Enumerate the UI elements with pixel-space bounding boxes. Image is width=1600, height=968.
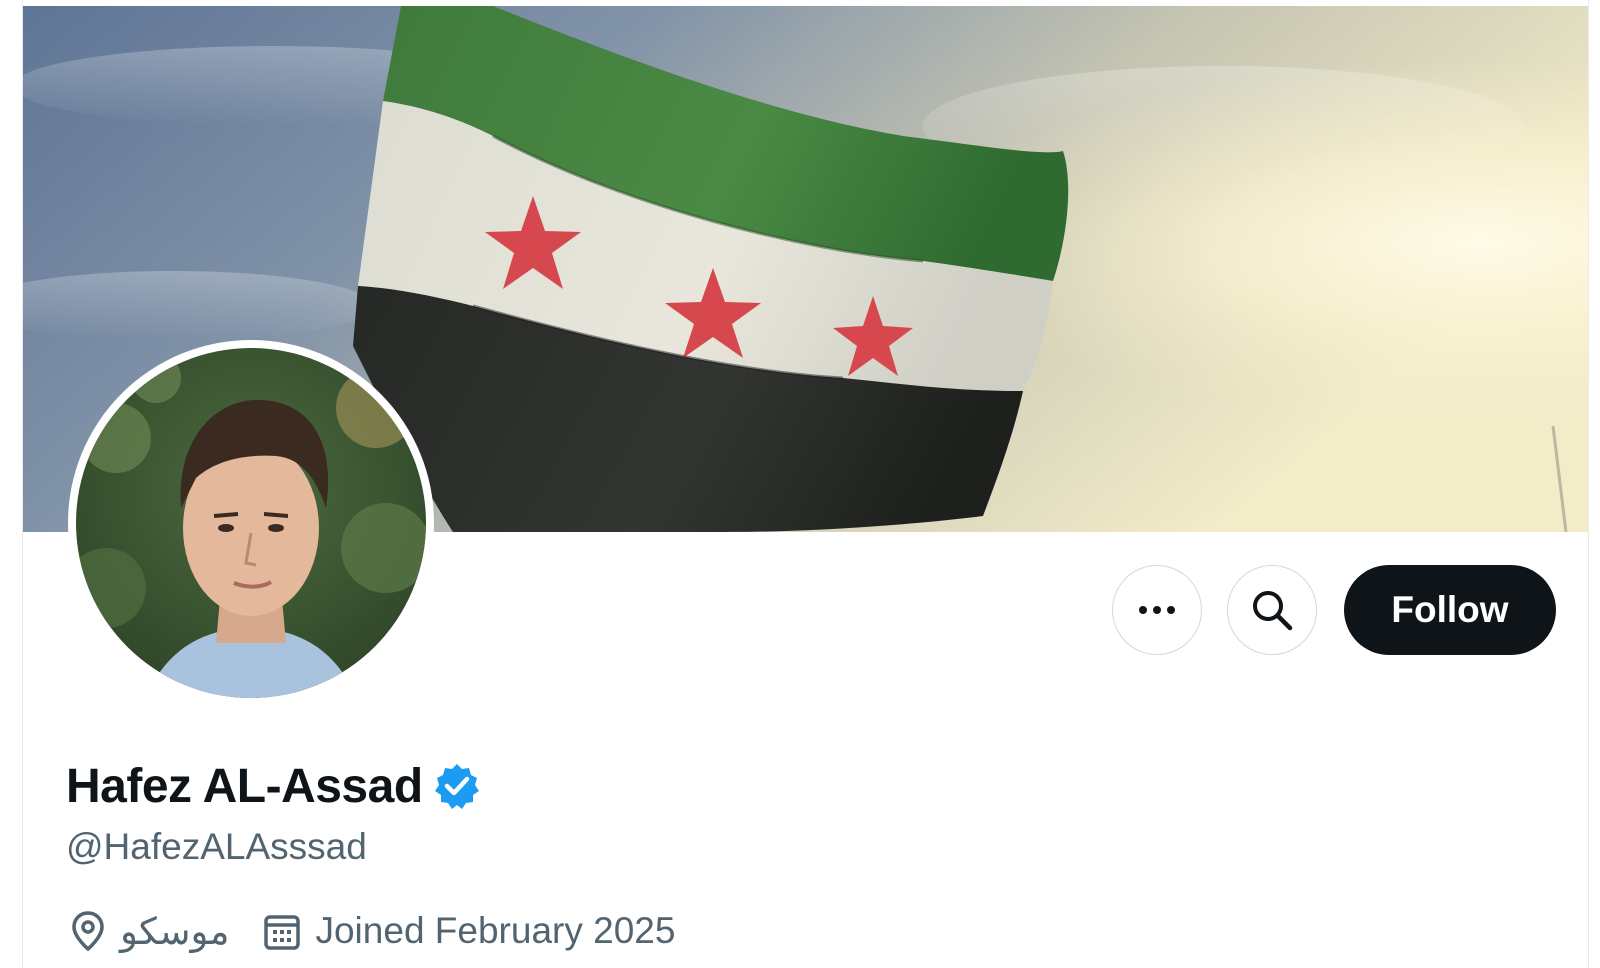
avatar-image[interactable]	[76, 348, 426, 698]
profile-avatar[interactable]	[68, 340, 434, 706]
search-icon	[1253, 591, 1293, 631]
column-border-right	[1588, 0, 1589, 968]
display-name: Hafez AL-Assad	[66, 759, 423, 813]
joined-item: Joined February 2025	[263, 910, 675, 952]
location-pin-icon	[72, 911, 104, 952]
location-item: موسكو	[70, 910, 229, 953]
calendar-icon	[264, 915, 301, 950]
profile-meta: موسكو Joined February 2025	[70, 906, 709, 956]
profile-handle: @HafezALAsssad	[66, 826, 367, 867]
joined-date: Joined February 2025	[315, 910, 676, 951]
display-name-row: Hafez AL-Assad	[66, 756, 481, 816]
follow-button[interactable]: Follow	[1344, 565, 1556, 655]
more-horizontal-icon	[1139, 606, 1175, 614]
location-text: موسكو	[120, 910, 230, 952]
more-options-button[interactable]	[1112, 565, 1202, 655]
profile-page: Follow Hafez AL-Assad @HafezALAsssad موس…	[0, 0, 1600, 968]
verified-badge-icon[interactable]	[433, 762, 481, 810]
search-profile-button[interactable]	[1227, 565, 1317, 655]
